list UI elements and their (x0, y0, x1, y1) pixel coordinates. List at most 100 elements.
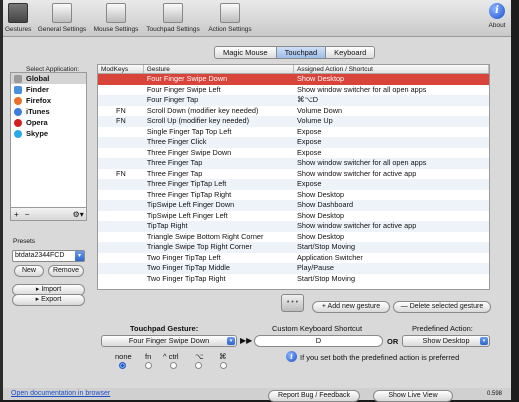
remove-app-button[interactable]: − (22, 210, 33, 219)
toolbar-gestures[interactable]: Gestures (5, 3, 31, 33)
table-row[interactable]: Four Finger Tap ⌘⌥D (98, 95, 489, 106)
report-bug-button[interactable]: Report Bug / Feedback (268, 390, 360, 402)
export-button[interactable]: ▸ Export (12, 294, 85, 306)
shortcut-input[interactable]: D (254, 335, 383, 347)
cell-gesture: Three Finger Click (146, 137, 207, 146)
tab-magic-mouse[interactable]: Magic Mouse (215, 47, 277, 58)
table-row[interactable]: Two Finger TipTap Right Start/Stop Moving (98, 274, 489, 285)
table-row[interactable]: Two Finger TipTap Middle Play/Pause (98, 263, 489, 274)
cell-modkeys (98, 221, 144, 232)
cell-gesture: Four Finger Swipe Down (146, 74, 228, 83)
col-gesture[interactable]: Gesture (144, 65, 295, 73)
toolbar: Gestures General Settings Mouse Settings… (3, 0, 511, 37)
table-row[interactable]: TipSwipe Left Finger Down Show Dashboard (98, 200, 489, 211)
cell-action: Show window switcher for all open apps (297, 158, 427, 167)
cell-gesture: TipTap Right (146, 221, 188, 230)
cell-action: Expose (297, 179, 322, 188)
app-item-global[interactable]: Global (11, 73, 86, 84)
table-row[interactable]: Four Finger Swipe Left Show window switch… (98, 85, 489, 96)
table-row[interactable]: Triangle Swipe Top Right Corner Start/Sto… (98, 242, 489, 253)
table-row[interactable]: Two Finger TipTap Left Application Switch… (98, 253, 489, 264)
modifier-radio-option[interactable] (195, 362, 202, 369)
table-header: ModKeys Gesture Assigned Action / Shortc… (98, 65, 489, 74)
app-item-itunes[interactable]: iTunes (11, 106, 86, 117)
cell-gesture: Triangle Swipe Bottom Right Corner (146, 231, 264, 241)
cell-action: Show window switcher for active app (297, 221, 417, 230)
cell-action: Show Dashboard (297, 200, 354, 209)
table-row[interactable]: Three Finger TipTap Left Expose (98, 179, 489, 190)
table-row[interactable]: FN Three Finger Tap Show window switcher f… (98, 169, 489, 180)
table-row[interactable]: FN Scroll Up (modifier key needed) Volume … (98, 116, 489, 127)
table-row[interactable]: Three Finger Click Expose (98, 137, 489, 148)
app-item-skype[interactable]: Skype (11, 128, 86, 139)
opera-icon (14, 118, 22, 127)
modifier-radio-command[interactable] (220, 362, 227, 369)
app-label: Firefox (26, 96, 52, 105)
app-item-opera[interactable]: Opera (11, 117, 86, 128)
table-row[interactable]: Three Finger Tap Show window switcher for… (98, 158, 489, 169)
cell-modkeys (98, 74, 144, 85)
tab-touchpad[interactable]: Touchpad (276, 47, 327, 58)
cell-gesture: Three Finger Swipe Down (146, 147, 232, 157)
chevron-down-icon: ▾ (480, 337, 488, 345)
preset-select[interactable]: btdata2344FCD ▾ (12, 250, 85, 262)
add-app-button[interactable]: + (11, 210, 22, 219)
cell-action: Expose (297, 126, 322, 136)
toolbar-general-settings[interactable]: General Settings (34, 3, 90, 33)
gesture-popup-value: Four Finger Swipe Down (128, 336, 210, 345)
remove-preset-button[interactable]: Remove (48, 265, 84, 277)
cell-modkeys: FN (116, 116, 126, 125)
live-view-button[interactable]: Show Live View (373, 390, 453, 402)
table-row[interactable]: Three Finger Swipe Down Expose (98, 148, 489, 159)
add-gesture-button[interactable]: + Add new gesture (312, 301, 390, 313)
toolbar-mouse-settings[interactable]: Mouse Settings (92, 3, 140, 33)
or-label: OR (387, 337, 399, 346)
table-row[interactable]: TipSwipe Left Finger Left Show Desktop (98, 211, 489, 222)
delete-gesture-button[interactable]: — Delete selected gesture (393, 301, 491, 313)
app-item-finder[interactable]: Finder (11, 84, 86, 95)
cell-modkeys (98, 158, 144, 169)
toolbar-label: Gestures (5, 26, 32, 33)
new-preset-button[interactable]: New (14, 265, 44, 277)
modifier-radio-none[interactable] (119, 362, 126, 369)
export-label: Export (41, 296, 62, 303)
predefined-action-popup[interactable]: Show Desktop ▾ (402, 335, 490, 347)
general-settings-icon (52, 3, 72, 23)
table-row[interactable]: FN Scroll Down (modifier key needed) Volum… (98, 106, 489, 117)
toolbar-about[interactable]: i About (486, 3, 508, 29)
cell-action: Expose (297, 137, 322, 146)
table-row[interactable]: Four Finger Swipe Down Show Desktop (98, 74, 489, 85)
modifier-radio-fn[interactable] (145, 362, 152, 369)
cell-gesture: TipSwipe Left Finger Left (146, 210, 228, 220)
gesture-table: ModKeys Gesture Assigned Action / Shortc… (97, 64, 490, 290)
cell-gesture: Three Finger Tap (146, 158, 203, 167)
toolbar-label: Action Settings (208, 26, 252, 33)
cell-gesture: Scroll Up (modifier key needed) (146, 116, 250, 125)
table-row[interactable]: Single Finger Tap Top Left Expose (98, 127, 489, 138)
modifier-radio-ctrl[interactable] (170, 362, 177, 369)
gear-icon[interactable]: ⚙▾ (70, 210, 86, 219)
col-action[interactable]: Assigned Action / Shortcut (294, 65, 489, 73)
modifier-label-command: ⌘ (219, 352, 227, 361)
table-row[interactable]: Three Finger TipTap Right Show Desktop (98, 190, 489, 201)
toolbar-label: Touchpad Settings (146, 26, 200, 33)
app-item-firefox[interactable]: Firefox (11, 95, 86, 106)
documentation-link[interactable]: Open documentation in browser (11, 390, 110, 397)
toolbar-touchpad-settings[interactable]: Touchpad Settings (144, 3, 202, 33)
table-row[interactable]: Triangle Swipe Bottom Right Corner Show D… (98, 232, 489, 243)
col-modkeys[interactable]: ModKeys (98, 65, 144, 73)
globe-icon (14, 74, 22, 83)
cell-action: Volume Down (297, 105, 343, 115)
finder-icon (14, 85, 22, 94)
cell-modkeys: FN (116, 105, 126, 115)
cell-gesture: Three Finger Tap (146, 168, 203, 178)
table-row[interactable]: TipTap Right Show window switcher for act… (98, 221, 489, 232)
cell-gesture: Scroll Down (modifier key needed) (146, 105, 259, 115)
import-label: Import (41, 286, 62, 293)
app-label: Global (26, 74, 50, 83)
tab-keyboard[interactable]: Keyboard (326, 47, 375, 58)
toolbar-action-settings[interactable]: Action Settings (206, 3, 254, 33)
cell-action: Show window switcher for active app (297, 168, 417, 178)
itunes-icon (14, 107, 22, 116)
gesture-popup[interactable]: Four Finger Swipe Down ▾ (101, 335, 237, 347)
